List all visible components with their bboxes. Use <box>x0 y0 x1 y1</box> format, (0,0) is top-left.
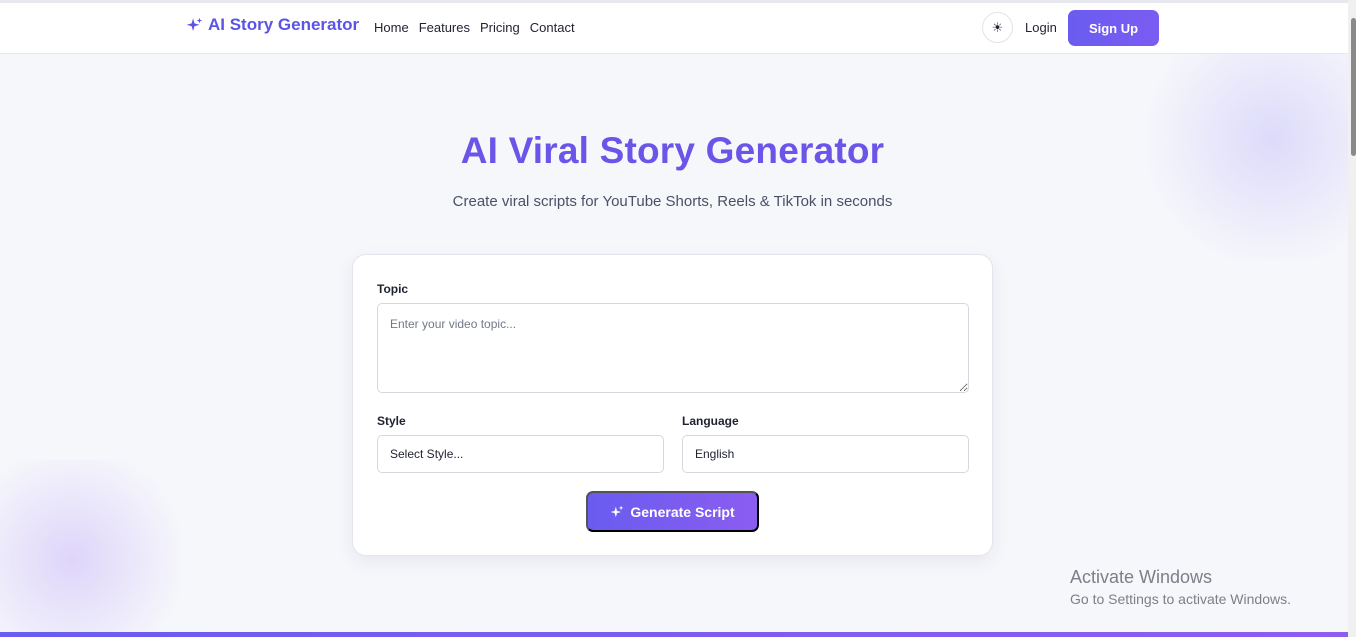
generate-script-button[interactable]: Generate Script <box>586 491 759 532</box>
brand-name: AI Story Generator <box>208 15 360 34</box>
windows-activation-watermark: Activate Windows Go to Settings to activ… <box>1070 567 1291 607</box>
page-title: AI Viral Story Generator <box>460 130 885 171</box>
background-glow-left <box>0 460 180 637</box>
topic-textarea[interactable] <box>377 303 969 393</box>
nav-links: Home Features Pricing Contact <box>374 20 575 35</box>
style-select[interactable]: Select Style... <box>377 435 664 473</box>
brand-logo[interactable]: AI Story Generator <box>186 15 359 35</box>
sparkles-icon <box>610 505 624 517</box>
navbar: AI Story Generator Home Features Pricing… <box>0 3 1348 54</box>
scrollbar-thumb[interactable] <box>1351 18 1356 156</box>
nav-link-home[interactable]: Home <box>374 20 409 35</box>
sparkles-icon <box>186 17 203 31</box>
script-form-card: Topic Style Select Style... Language Eng… <box>352 254 993 556</box>
generate-script-label: Generate Script <box>630 503 735 520</box>
page-subtitle: Create viral scripts for YouTube Shorts,… <box>452 193 893 210</box>
bottom-accent-bar <box>0 632 1348 637</box>
watermark-subtitle: Go to Settings to activate Windows. <box>1070 591 1291 607</box>
language-label: Language <box>682 414 739 428</box>
style-label: Style <box>377 414 406 428</box>
language-select-value: English <box>695 447 735 461</box>
theme-toggle-button[interactable]: ☀ <box>982 12 1013 43</box>
sun-icon: ☀ <box>991 19 1004 35</box>
watermark-title: Activate Windows <box>1070 567 1213 587</box>
style-select-value: Select Style... <box>390 447 464 461</box>
sign-up-button[interactable]: Sign Up <box>1068 10 1159 46</box>
login-link[interactable]: Login <box>1025 20 1057 35</box>
nav-link-contact[interactable]: Contact <box>530 20 575 35</box>
nav-link-features[interactable]: Features <box>419 20 470 35</box>
language-select[interactable]: English <box>682 435 969 473</box>
topic-label: Topic <box>377 282 409 296</box>
nav-link-pricing[interactable]: Pricing <box>480 20 520 35</box>
